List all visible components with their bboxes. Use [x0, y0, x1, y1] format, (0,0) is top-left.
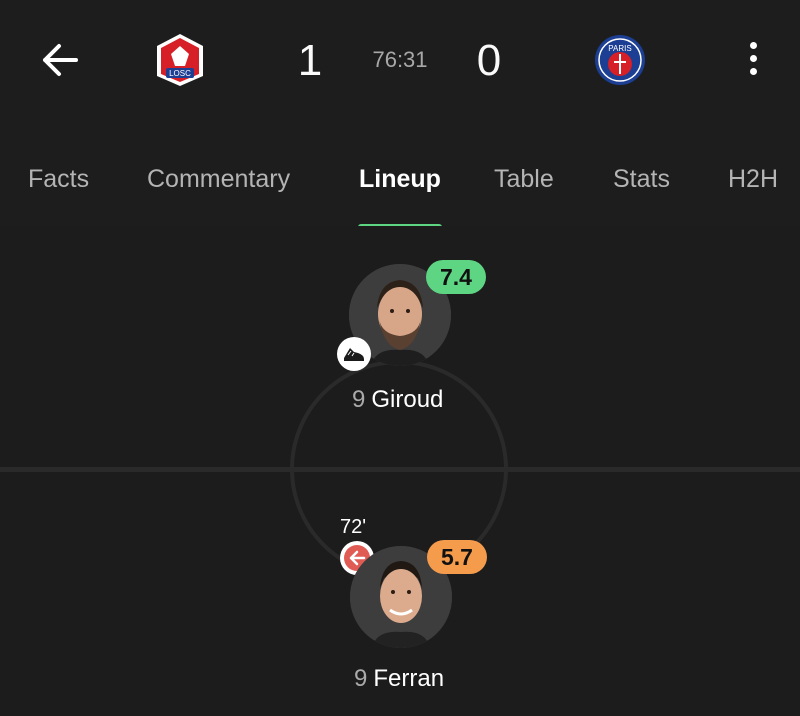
away-score: 0 — [476, 36, 502, 85]
player-name-text: Giroud — [371, 386, 444, 413]
match-header: LOSC 1 76:31 0 PARIS Facts Commentary Li… — [0, 0, 800, 230]
player-name-ferran: 9 Ferran — [354, 665, 444, 693]
player-rating-badge: 7.4 — [426, 260, 486, 294]
tab-bar: Facts Commentary Lineup Table Stats H2H — [0, 150, 800, 230]
lineup-pitch: 7.4 9 Giroud 72' 5.7 9 Ferran — [0, 226, 800, 716]
substitution-time: 72' — [340, 516, 367, 538]
more-vertical-icon — [749, 41, 757, 49]
player-rating-badge: 5.7 — [427, 540, 487, 574]
svg-text:LOSC: LOSC — [169, 69, 191, 78]
boot-icon — [344, 348, 364, 361]
tab-facts[interactable]: Facts — [28, 164, 89, 194]
more-options-button[interactable] — [736, 36, 770, 80]
away-team-logo[interactable]: PARIS — [593, 32, 647, 88]
goal-event-badge — [337, 337, 371, 371]
tab-table[interactable]: Table — [494, 164, 554, 194]
home-team-logo[interactable]: LOSC — [153, 32, 207, 88]
player-name-giroud: 9 Giroud — [352, 386, 443, 414]
arrow-left-icon — [43, 44, 78, 76]
match-clock: 76:31 — [372, 47, 428, 72]
tab-lineup[interactable]: Lineup — [359, 164, 441, 194]
player-name-text: Ferran — [373, 665, 445, 692]
player-number: 9 — [352, 386, 366, 413]
tab-h2h[interactable]: H2H — [728, 164, 778, 194]
tab-stats[interactable]: Stats — [613, 164, 670, 194]
back-button[interactable] — [38, 40, 82, 80]
home-score: 1 — [297, 36, 323, 85]
player-number: 9 — [354, 665, 368, 692]
tab-commentary[interactable]: Commentary — [147, 164, 290, 194]
svg-text:PARIS: PARIS — [608, 44, 631, 53]
